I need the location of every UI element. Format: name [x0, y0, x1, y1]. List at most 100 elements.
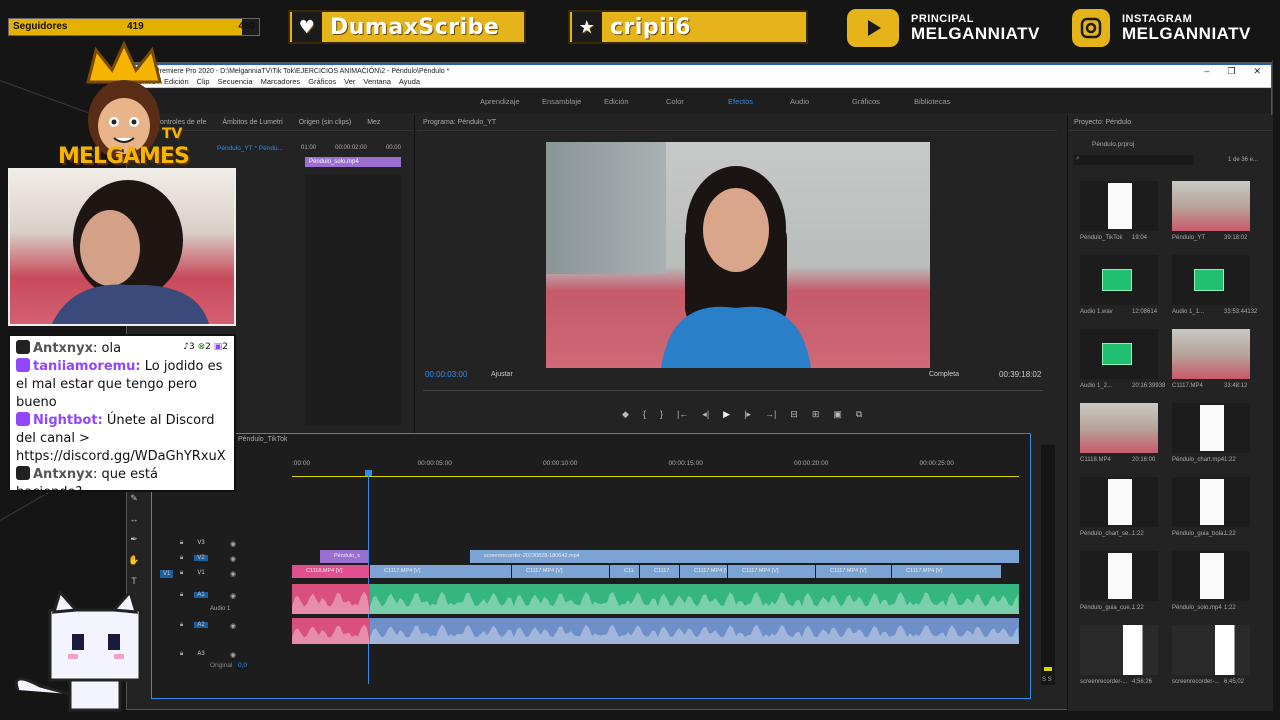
- track-label[interactable]: A3: [194, 651, 208, 657]
- program-duration: 00:39:18:02: [999, 370, 1042, 379]
- workspace-tab[interactable]: Audio: [790, 97, 852, 106]
- track-visibility-icon[interactable]: ◉: [230, 592, 236, 600]
- project-item-thumbnail[interactable]: [1080, 181, 1158, 231]
- compare-icon[interactable]: ⧉: [856, 409, 862, 420]
- clip-v1[interactable]: C1117.MP4 [V]: [728, 565, 815, 578]
- track-visibility-icon[interactable]: ◉: [230, 651, 236, 659]
- go-to-in-icon[interactable]: |←: [677, 409, 688, 420]
- pen-icon[interactable]: ✒: [130, 534, 138, 545]
- chat-counts: ♪3 ⊗2 ▣2: [183, 338, 228, 356]
- project-item-thumbnail[interactable]: [1172, 477, 1250, 527]
- source-timeline-ruler: 01:00 00:00:02:00 00:00: [301, 145, 401, 151]
- source-tab[interactable]: Ámbitos de Lumetri: [222, 119, 282, 126]
- audio-clip-a1[interactable]: [292, 584, 370, 614]
- instagram-icon: [1072, 9, 1110, 47]
- timeline-ruler[interactable]: :00:00 00:00:05:00 00:00:10:00 00:00:15:00 0…: [292, 456, 1019, 478]
- audio-clip-a2[interactable]: [370, 618, 1019, 644]
- clip-v1[interactable]: C1117.: [640, 565, 679, 578]
- hand-icon[interactable]: ✋: [128, 555, 139, 566]
- project-item-thumbnail[interactable]: [1172, 403, 1250, 453]
- clip-v2-small[interactable]: Péndulo_s: [320, 550, 368, 563]
- project-item-thumbnail[interactable]: [1080, 477, 1158, 527]
- track-visibility-icon[interactable]: ◉: [230, 570, 236, 578]
- track-label[interactable]: A1: [194, 592, 208, 598]
- track-label[interactable]: V2: [194, 555, 208, 561]
- track-visibility-icon[interactable]: ◉: [230, 555, 236, 563]
- project-item-thumbnail[interactable]: [1172, 625, 1250, 675]
- workspace-tab[interactable]: Aprendizaje: [480, 97, 542, 106]
- original-value[interactable]: 0,0: [238, 662, 247, 669]
- clip-v1[interactable]: C1117.MP4 [V]: [680, 565, 727, 578]
- project-item-thumbnail[interactable]: [1080, 329, 1158, 379]
- track-lock-icon[interactable]: 🔒︎: [180, 622, 183, 629]
- step-forward-icon[interactable]: |▸: [744, 409, 751, 420]
- play-icon[interactable]: ▶: [723, 409, 730, 420]
- clip-v1[interactable]: C1117.MP4 [V]: [370, 565, 511, 578]
- workspace-tab[interactable]: Gráficos: [852, 97, 914, 106]
- audio-clip-a1[interactable]: [370, 584, 1019, 614]
- go-to-out-icon[interactable]: →|: [765, 409, 776, 420]
- track-label[interactable]: V1: [194, 570, 208, 576]
- quality-dropdown[interactable]: Completa: [929, 371, 959, 378]
- lift-icon[interactable]: ⊟: [790, 409, 798, 420]
- clip-v1[interactable]: C1118.MP4 [V]: [292, 565, 369, 578]
- clip-v2-screenrecorder[interactable]: screenrecorder-20230828-180642.mp4: [470, 550, 1019, 563]
- mark-out-icon[interactable]: }: [660, 409, 663, 420]
- program-scrubber[interactable]: [423, 390, 1043, 400]
- source-clip[interactable]: Péndulo_solo.mp4: [305, 157, 401, 167]
- track-visibility-icon[interactable]: ◉: [230, 540, 236, 548]
- audio-wave-icon: [1102, 343, 1132, 365]
- workspace-tab[interactable]: Color: [666, 97, 728, 106]
- project-item-name: Péndulo_TikTok: [1080, 235, 1123, 241]
- workspace-tab[interactable]: Bibliotecas: [914, 97, 976, 106]
- workspace-tab[interactable]: Edición: [604, 97, 666, 106]
- project-search-input[interactable]: ⌕: [1074, 155, 1194, 165]
- program-timecode[interactable]: 00:00:03:00: [425, 370, 467, 379]
- track-lock-icon[interactable]: 🔒︎: [180, 555, 183, 562]
- camera-icon[interactable]: ▣: [833, 409, 842, 420]
- track-label[interactable]: A2: [194, 622, 208, 628]
- track-lock-icon[interactable]: 🔒︎: [180, 592, 183, 599]
- maximize-icon[interactable]: ❐: [1227, 65, 1235, 78]
- source-tab[interactable]: Origen (sin clips): [299, 119, 352, 126]
- type-icon[interactable]: T: [131, 576, 137, 586]
- source-tab[interactable]: Mez: [367, 119, 380, 126]
- close-icon[interactable]: ✕: [1253, 65, 1261, 78]
- project-item-thumbnail[interactable]: [1080, 403, 1158, 453]
- clip-v1[interactable]: C1117.MP4 [V]: [512, 565, 609, 578]
- track-lock-icon[interactable]: 🔒︎: [180, 570, 183, 577]
- marker-icon[interactable]: ◆: [622, 409, 629, 420]
- workspace-tab[interactable]: Ensamblaje: [542, 97, 604, 106]
- project-file: Péndulo.prproj: [1092, 141, 1135, 148]
- track-visibility-icon[interactable]: ◉: [230, 622, 236, 630]
- project-item-thumbnail[interactable]: [1172, 329, 1250, 379]
- webcam-person: [51, 180, 209, 324]
- project-item-name: Audio 1_2...: [1080, 383, 1113, 389]
- project-item-thumbnail[interactable]: [1080, 625, 1158, 675]
- mark-in-icon[interactable]: {: [643, 409, 646, 420]
- slip-icon[interactable]: ↔: [130, 514, 139, 524]
- project-item-thumbnail[interactable]: [1080, 551, 1158, 601]
- fit-dropdown[interactable]: Ajustar: [491, 371, 513, 378]
- clip-v1[interactable]: C1117.MP4 [V]: [816, 565, 891, 578]
- project-item-thumbnail[interactable]: [1172, 255, 1250, 305]
- audio-clip-a2[interactable]: [292, 618, 370, 644]
- project-item-thumbnail[interactable]: [1172, 551, 1250, 601]
- workspace-tab[interactable]: Efectos: [728, 97, 790, 106]
- clip-v1[interactable]: C1117.MP4 [V]: [892, 565, 1001, 578]
- step-back-icon[interactable]: ◂|: [702, 409, 709, 420]
- project-item-thumbnail[interactable]: [1172, 181, 1250, 231]
- clip-preview: [1108, 553, 1132, 599]
- timeline-tab[interactable]: Péndulo_TikTok: [238, 436, 288, 443]
- source-sequence[interactable]: Péndulo_YT * Péndu...: [217, 145, 283, 152]
- project-item-name: Péndulo_solo.mp4: [1172, 605, 1222, 611]
- minimize-icon[interactable]: –: [1204, 65, 1209, 78]
- project-item-thumbnail[interactable]: [1080, 255, 1158, 305]
- extract-icon[interactable]: ⊞: [812, 409, 820, 420]
- track-lock-icon[interactable]: 🔒︎: [180, 651, 183, 658]
- v1-source-patch[interactable]: V1: [160, 570, 174, 578]
- clip-v1[interactable]: C11: [610, 565, 639, 578]
- playhead-handle[interactable]: [365, 470, 372, 476]
- track-lock-icon[interactable]: 🔒︎: [180, 540, 183, 547]
- track-label[interactable]: V3: [194, 540, 208, 546]
